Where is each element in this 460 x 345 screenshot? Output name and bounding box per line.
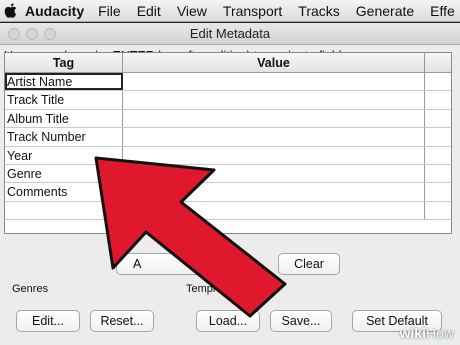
load-template-button[interactable]: Load... (196, 310, 260, 332)
table-row[interactable]: Album Title (5, 109, 451, 129)
add-button[interactable]: A (116, 253, 252, 275)
clear-button[interactable]: Clear (278, 253, 340, 275)
menu-transport[interactable]: Transport (223, 3, 282, 19)
window-titlebar[interactable]: Edit Metadata (0, 23, 460, 45)
metadata-grid: Tag Value Artist Name Track Title Album … (4, 52, 452, 234)
value-cell-genre[interactable] (123, 164, 425, 183)
tag-column-header[interactable]: Tag (5, 53, 123, 72)
value-cell-album-title[interactable] (123, 109, 425, 128)
close-window-button[interactable] (8, 28, 20, 40)
menu-file[interactable]: File (98, 3, 121, 19)
minimize-window-button[interactable] (26, 28, 38, 40)
table-row[interactable]: Track Number (5, 128, 451, 147)
tag-cell-album-title[interactable]: Album Title (5, 109, 123, 128)
value-cell-artist-name[interactable] (123, 73, 425, 91)
menu-effect[interactable]: Effe (430, 3, 455, 19)
grid-header: Tag Value (5, 53, 451, 73)
value-cell-empty[interactable] (123, 201, 425, 220)
edit-genres-button[interactable]: Edit... (16, 310, 80, 332)
menu-edit[interactable]: Edit (137, 3, 161, 19)
menu-bar: Audacity File Edit View Transport Tracks… (0, 0, 460, 22)
value-cell-year[interactable] (123, 146, 425, 164)
tag-cell-track-number[interactable]: Track Number (5, 128, 123, 146)
tag-cell-track-title[interactable]: Track Title (5, 91, 123, 109)
menu-app-name[interactable]: Audacity (25, 3, 84, 19)
tag-cell-comments[interactable]: Comments (5, 183, 123, 201)
value-cell-track-number[interactable] (123, 128, 425, 146)
table-row[interactable]: Genre (5, 164, 451, 184)
wikihow-watermark: wikiHow (399, 325, 454, 341)
value-cell-track-title[interactable] (123, 91, 425, 109)
window-title: Edit Metadata (189, 26, 271, 41)
value-cell-comments[interactable] (123, 183, 425, 201)
tag-cell-year[interactable]: Year (5, 146, 123, 164)
table-row[interactable] (5, 201, 451, 221)
window-controls (8, 28, 56, 40)
table-row[interactable]: Comments (5, 183, 451, 202)
table-row[interactable]: Year (5, 146, 451, 165)
menu-view[interactable]: View (177, 3, 207, 19)
tag-cell-empty[interactable] (5, 201, 123, 220)
template-label: Templ (186, 283, 216, 295)
menu-tracks[interactable]: Tracks (298, 3, 339, 19)
save-template-button[interactable]: Save... (270, 310, 332, 332)
tag-cell-genre[interactable]: Genre (5, 164, 123, 183)
menu-generate[interactable]: Generate (356, 3, 414, 19)
apple-icon[interactable] (4, 3, 17, 18)
table-row[interactable]: Artist Name (5, 73, 451, 92)
table-row[interactable]: Track Title (5, 91, 451, 110)
zoom-window-button[interactable] (44, 28, 56, 40)
tag-cell-artist-name[interactable]: Artist Name (5, 73, 123, 91)
genres-label: Genres (12, 283, 49, 295)
reset-genres-button[interactable]: Reset... (90, 310, 154, 332)
value-column-header[interactable]: Value (123, 53, 425, 72)
